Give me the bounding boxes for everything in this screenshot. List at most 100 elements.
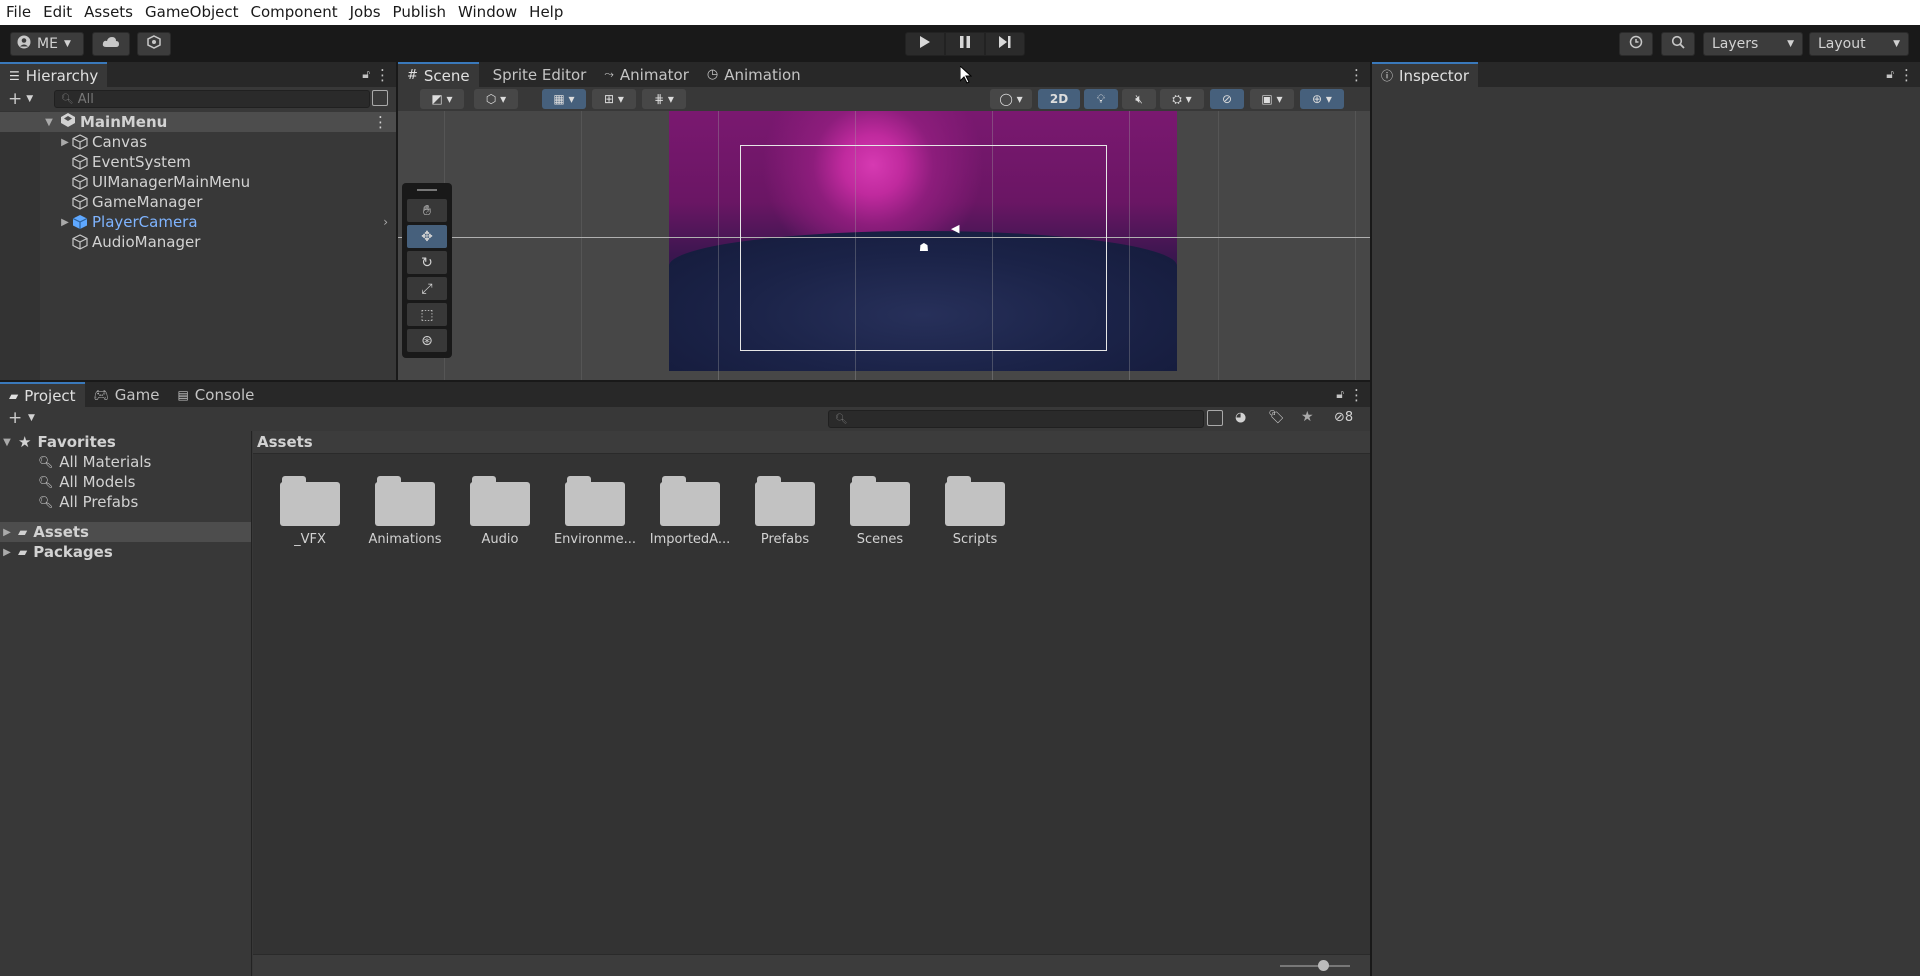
collapsed-arrow-icon[interactable]: ▶	[0, 527, 14, 538]
snap-increment-dropdown[interactable]: ⊞ ▾	[592, 89, 636, 109]
tab-sprite-editor[interactable]: Sprite Editor	[479, 62, 596, 87]
menu-component[interactable]: Component	[245, 0, 344, 25]
chevron-down-icon[interactable]: ▼	[28, 413, 35, 423]
menu-gameobject[interactable]: GameObject	[139, 0, 245, 25]
tab-game[interactable]: 🎮︎ Game	[85, 382, 169, 407]
icon-size-slider[interactable]	[1280, 960, 1350, 971]
expanded-arrow-icon[interactable]: ▼	[0, 437, 14, 448]
scene-viewport[interactable]: ◀ ☗ ✋︎ ✥ ↻ ⤢ ⬚ ⊛	[398, 111, 1370, 380]
tab-hierarchy[interactable]: ☰ Hierarchy	[0, 62, 108, 87]
menu-assets[interactable]: Assets	[78, 0, 139, 25]
collapsed-arrow-icon[interactable]: ▶	[58, 137, 72, 148]
chevron-down-icon[interactable]: ▼	[26, 94, 33, 104]
folder-row-packages[interactable]: ▶ ▰ Packages	[0, 542, 113, 562]
tab-animator[interactable]: ⤳ Animator	[595, 62, 698, 87]
collapsed-arrow-icon[interactable]: ▶	[58, 217, 72, 228]
menu-jobs[interactable]: Jobs	[344, 0, 387, 25]
drag-handle[interactable]	[417, 189, 437, 191]
slider-handle[interactable]	[1318, 960, 1329, 971]
asset-folder[interactable]: _VFX	[267, 474, 353, 547]
menu-publish[interactable]: Publish	[387, 0, 452, 25]
effects-dropdown[interactable]: ⛭ ▾	[1160, 89, 1204, 109]
favorite-star-icon[interactable]: ★	[1301, 409, 1314, 425]
gizmos-dropdown[interactable]: ⊕ ▾	[1300, 89, 1344, 109]
account-dropdown[interactable]: ME ▼	[10, 32, 84, 56]
breadcrumb-assets[interactable]: Assets	[257, 433, 313, 451]
grid-snap-toggle[interactable]: ▦ ▾	[542, 89, 586, 109]
scale-tool[interactable]: ⤢	[407, 277, 447, 300]
menu-file[interactable]: File	[0, 0, 37, 25]
step-button[interactable]	[985, 32, 1025, 56]
search-options-icon[interactable]	[372, 90, 388, 106]
kebab-menu-icon[interactable]: ⋮	[1349, 66, 1364, 84]
tree-item-audiomanager[interactable]: AudioManager	[0, 232, 396, 252]
folder-row-assets[interactable]: ▶ ▰ Assets	[0, 522, 251, 542]
camera-settings-dropdown[interactable]: ▣ ▾	[1250, 89, 1294, 109]
asset-folder[interactable]: Environme...	[552, 474, 638, 547]
hierarchy-search-input[interactable]: 🔍︎ All	[54, 90, 370, 108]
asset-folder[interactable]: ImportedA...	[647, 474, 733, 547]
render-mode-dropdown[interactable]: ⬡ ▾	[474, 89, 518, 109]
hidden-objects-toggle[interactable]: ⊘	[1210, 89, 1244, 109]
transform-tool[interactable]: ⊛	[407, 329, 447, 352]
pause-button[interactable]	[945, 32, 985, 56]
create-button[interactable]: +	[8, 408, 22, 428]
toggle-2d-button[interactable]: 2D	[1038, 89, 1080, 109]
lock-icon[interactable]: 🔓︎	[1886, 67, 1894, 82]
asset-folder[interactable]: Audio	[457, 474, 543, 547]
play-button[interactable]	[905, 32, 945, 56]
search-button[interactable]	[1661, 32, 1695, 56]
tree-item-canvas[interactable]: ▶ Canvas	[0, 132, 396, 152]
tree-item-playercamera[interactable]: ▶ PlayerCamera ›	[0, 212, 396, 232]
kebab-menu-icon[interactable]: ⋮	[1899, 66, 1914, 84]
expanded-arrow-icon[interactable]: ▼	[42, 117, 56, 128]
favorite-item-materials[interactable]: 🔍︎ All Materials	[38, 452, 151, 472]
asset-folder[interactable]: Scenes	[837, 474, 923, 547]
favorites-header[interactable]: ▼ ★ Favorites	[0, 432, 116, 452]
tab-project[interactable]: ▰ Project	[0, 382, 85, 407]
hand-tool[interactable]: ✋︎	[407, 199, 447, 222]
move-tool[interactable]: ✥	[407, 225, 447, 248]
history-button[interactable]	[1619, 32, 1653, 56]
layout-dropdown[interactable]: Layout ▼	[1809, 32, 1909, 56]
favorite-item-models[interactable]: 🔍︎ All Models	[38, 472, 135, 492]
kebab-menu-icon[interactable]: ⋮	[375, 66, 390, 84]
project-search-input[interactable]: 🔍︎	[828, 410, 1204, 428]
cloud-button[interactable]	[92, 32, 130, 56]
filter-by-label-icon[interactable]: 🏷︎	[1268, 410, 1285, 425]
create-button[interactable]: +	[8, 89, 22, 109]
draw-mode-dropdown[interactable]: ◩ ▾	[420, 89, 464, 109]
tree-item-uimanagermainmenu[interactable]: UIManagerMainMenu	[0, 172, 396, 192]
search-scope-icon[interactable]	[1207, 410, 1223, 426]
menu-window[interactable]: Window	[452, 0, 523, 25]
collapsed-arrow-icon[interactable]: ▶	[0, 547, 14, 558]
favorite-item-prefabs[interactable]: 🔍︎ All Prefabs	[38, 492, 138, 512]
tab-animation[interactable]: ◷ Animation	[698, 62, 810, 87]
filter-by-type-icon[interactable]: ◕	[1235, 410, 1246, 425]
menu-edit[interactable]: Edit	[37, 0, 78, 25]
scene-lighting-dropdown[interactable]: ◯ ▾	[990, 89, 1032, 109]
menu-help[interactable]: Help	[523, 0, 569, 25]
collab-button[interactable]	[137, 32, 171, 56]
tab-console[interactable]: ▤ Console	[168, 382, 263, 407]
layers-dropdown[interactable]: Layers ▼	[1703, 32, 1803, 56]
audio-toggle[interactable]: 🔇︎	[1122, 89, 1156, 109]
scene-row-mainmenu[interactable]: ▼ MainMenu ⋮	[0, 112, 396, 132]
lock-icon[interactable]: 🔓︎	[362, 67, 370, 82]
kebab-menu-icon[interactable]: ⋮	[373, 113, 388, 131]
tree-item-gamemanager[interactable]: GameManager	[0, 192, 396, 212]
tab-scene[interactable]: # Scene	[398, 62, 479, 87]
tab-inspector[interactable]: ⓘ Inspector	[1372, 62, 1478, 87]
hidden-packages-toggle[interactable]: ⊘8	[1334, 410, 1353, 425]
rect-tool[interactable]: ⬚	[407, 303, 447, 326]
lock-icon[interactable]: 🔓︎	[1336, 387, 1344, 402]
asset-folder[interactable]: Prefabs	[742, 474, 828, 547]
chevron-right-icon[interactable]: ›	[383, 215, 388, 229]
rotate-tool[interactable]: ↻	[407, 251, 447, 274]
lighting-toggle[interactable]: 💡︎	[1084, 89, 1118, 109]
asset-folder[interactable]: Animations	[362, 474, 448, 547]
asset-folder[interactable]: Scripts	[932, 474, 1018, 547]
kebab-menu-icon[interactable]: ⋮	[1349, 386, 1364, 404]
grid-visibility-dropdown[interactable]: ⋕ ▾	[642, 89, 686, 109]
tree-item-eventsystem[interactable]: EventSystem	[0, 152, 396, 172]
